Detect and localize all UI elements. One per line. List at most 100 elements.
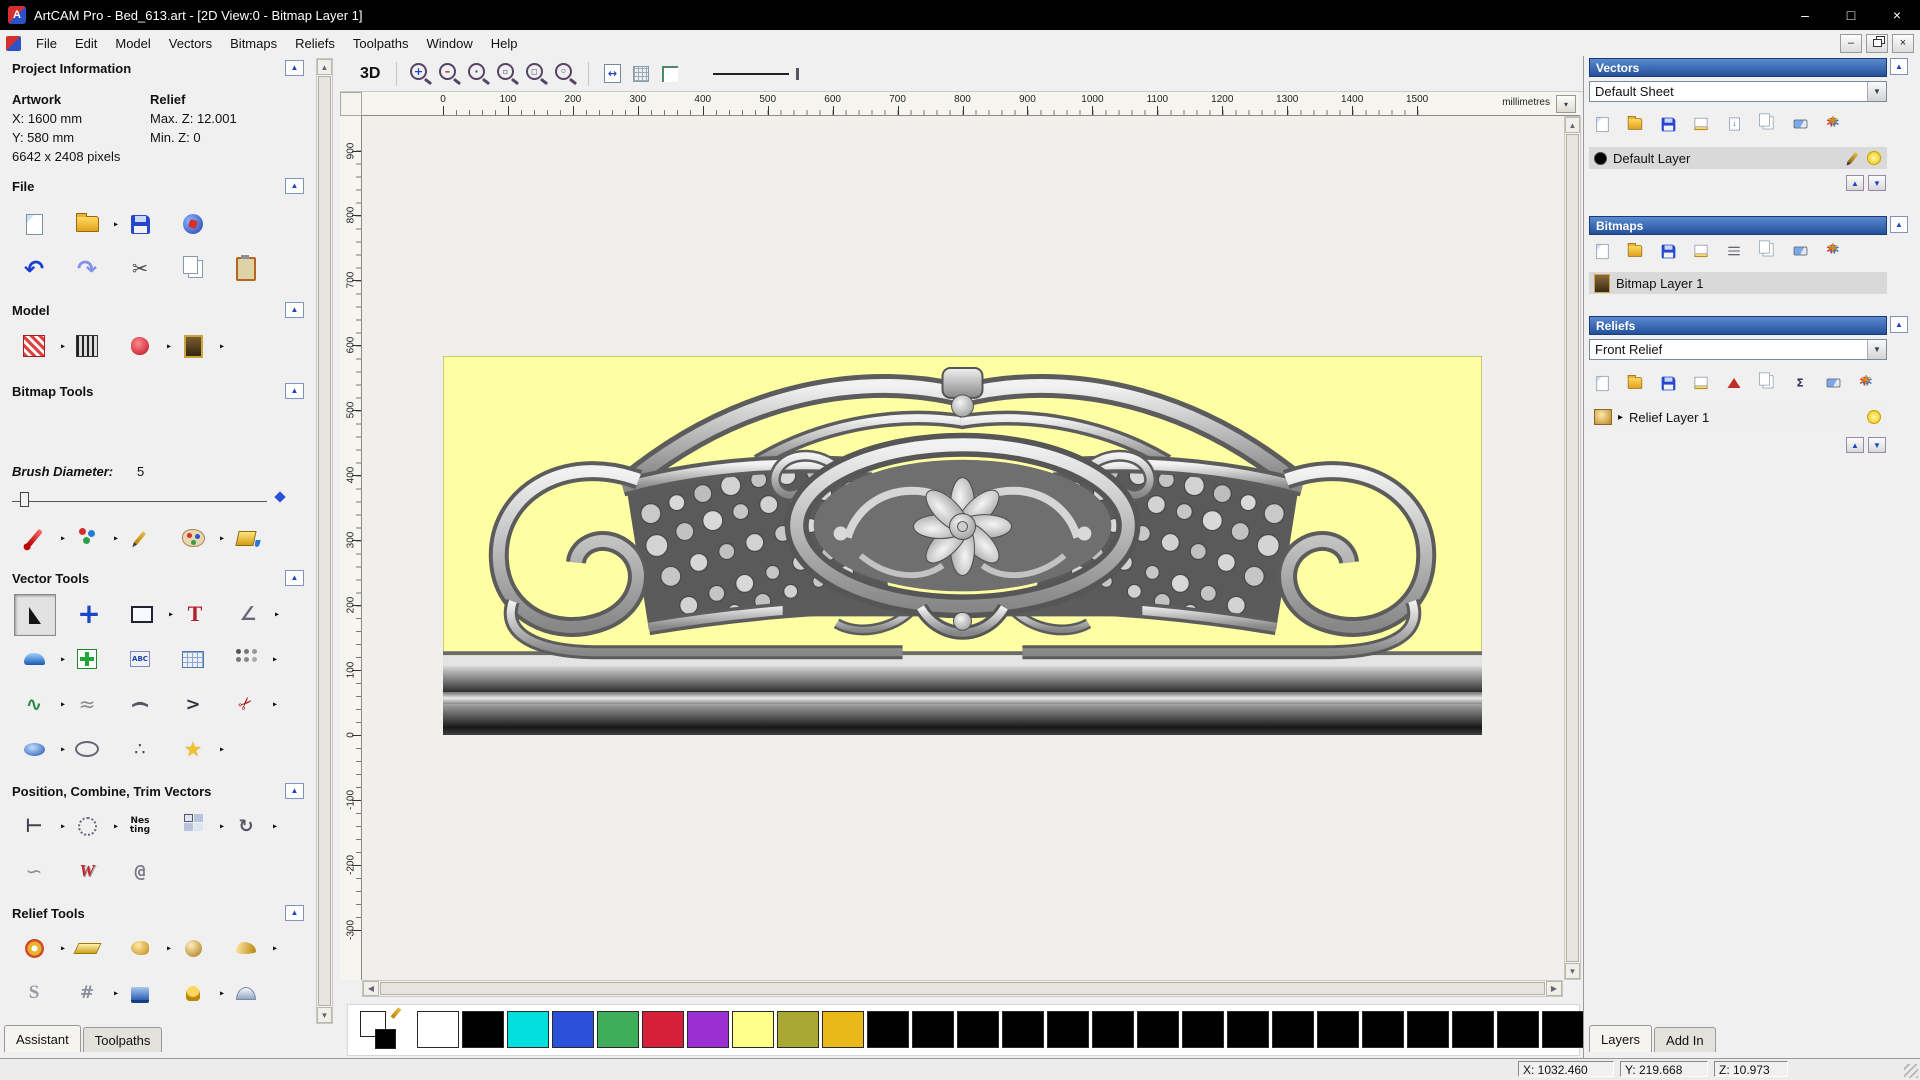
ruler-options-button[interactable]: ▾: [1556, 95, 1576, 113]
zoom-last-icon[interactable]: [465, 61, 491, 87]
palette-swatch-25[interactable]: [1542, 1011, 1584, 1048]
bitmap-layer-row[interactable]: Bitmap Layer 1: [1589, 272, 1887, 294]
move-layer-up-button[interactable]: ▲: [1846, 437, 1864, 453]
adjust-bitmap-icon[interactable]: [1724, 241, 1744, 261]
palette-swatch-17[interactable]: [1182, 1011, 1224, 1048]
palette-swatch-3[interactable]: [552, 1011, 594, 1048]
tab-toolpaths[interactable]: Toolpaths: [82, 1027, 163, 1052]
create-text-icon[interactable]: [175, 594, 215, 634]
save-relief-icon[interactable]: [1658, 373, 1678, 393]
draw-icon[interactable]: [120, 518, 160, 558]
block-copy-icon[interactable]: ▸: [173, 806, 224, 846]
scroll-up-button[interactable]: ▲: [317, 59, 332, 75]
palette-swatch-12[interactable]: [957, 1011, 999, 1048]
zoom-in-icon[interactable]: [407, 61, 433, 87]
palette-swatch-24[interactable]: [1497, 1011, 1539, 1048]
flyout-arrow-icon[interactable]: ▸: [61, 342, 65, 351]
collapse-reliefs-button[interactable]: ▲: [1890, 316, 1908, 333]
sheet-selector[interactable]: Default Sheet ▼: [1589, 81, 1887, 102]
offset-vectors-icon[interactable]: ▸: [14, 639, 65, 679]
flyout-arrow-icon[interactable]: ▸: [167, 944, 171, 953]
paint-selective-icon[interactable]: ▸: [67, 518, 118, 558]
new-model-icon[interactable]: [14, 204, 54, 244]
zoom-objects-icon[interactable]: [552, 61, 578, 87]
copy-vectors-icon[interactable]: [1757, 113, 1777, 134]
vector-doctor-icon[interactable]: [67, 639, 107, 679]
texture-sphere-icon[interactable]: [173, 1018, 213, 1026]
expand-relief-layer-icon[interactable]: ▸: [1618, 412, 1623, 423]
close-button[interactable]: ×: [1874, 0, 1920, 30]
save-vectors-icon[interactable]: [1658, 114, 1678, 134]
palette-swatch-1[interactable]: [462, 1011, 504, 1048]
menu-item-toolpaths[interactable]: Toolpaths: [344, 30, 418, 56]
two-rail-sweep-icon[interactable]: ▸: [226, 928, 277, 968]
text-in-a-box-icon[interactable]: [120, 639, 160, 679]
texture-relief-icon[interactable]: [173, 928, 213, 968]
copy-relief-icon[interactable]: [1757, 372, 1777, 393]
snap-grid-icon[interactable]: [628, 61, 654, 87]
canvas-horizontal-scrollbar[interactable]: ◀ ▶: [362, 980, 1563, 997]
shape-editor-icon[interactable]: ▸: [14, 928, 65, 968]
dropdown-arrow-icon[interactable]: ▼: [1867, 340, 1886, 359]
edit-layer-icon[interactable]: [1847, 152, 1859, 164]
delete-bitmap-layer-icon[interactable]: [1790, 241, 1810, 261]
circular-copy-icon[interactable]: ▸: [67, 806, 118, 846]
smooth-relief-icon[interactable]: [67, 928, 107, 968]
move-layer-down-button[interactable]: ▼: [1868, 175, 1886, 191]
maximize-button[interactable]: □: [1828, 0, 1874, 30]
node-editing-icon[interactable]: [120, 729, 160, 769]
palette-swatch-10[interactable]: [867, 1011, 909, 1048]
copy-icon[interactable]: [173, 249, 213, 289]
file-manager-icon[interactable]: [173, 204, 213, 244]
flyout-arrow-icon[interactable]: ▸: [61, 534, 65, 543]
flyout-arrow-icon[interactable]: ▸: [114, 989, 118, 998]
zoom-out-icon[interactable]: [436, 61, 462, 87]
fan-relief-icon[interactable]: [120, 1018, 160, 1026]
weld-vectors-icon[interactable]: [67, 851, 107, 891]
tab-layers[interactable]: Layers: [1589, 1025, 1653, 1052]
palette-swatch-23[interactable]: [1452, 1011, 1494, 1048]
import-vectors-icon[interactable]: [1691, 114, 1711, 134]
scrollbar-thumb[interactable]: [380, 982, 1545, 995]
calculate-relief-icon[interactable]: [1790, 373, 1810, 393]
mdi-restore-button[interactable]: [1866, 33, 1888, 53]
flyout-arrow-icon[interactable]: ▸: [61, 700, 65, 709]
slider-track[interactable]: [12, 501, 267, 502]
menu-item-edit[interactable]: Edit: [66, 30, 106, 56]
select-vectors-icon[interactable]: [14, 594, 56, 636]
flyout-arrow-icon[interactable]: ▸: [114, 220, 118, 229]
open-vectors-icon[interactable]: [1625, 114, 1645, 134]
merge-relief-layers-icon[interactable]: [1856, 373, 1876, 393]
scroll-down-button[interactable]: ▼: [1565, 963, 1580, 979]
collapse-section-button[interactable]: ▲: [285, 783, 304, 799]
palette-swatch-11[interactable]: [912, 1011, 954, 1048]
block-copy-rotate-icon[interactable]: ▸: [226, 639, 277, 679]
delete-vector-layer-icon[interactable]: [1790, 114, 1810, 134]
collapse-bitmaps-button[interactable]: ▲: [1890, 216, 1908, 233]
minimize-button[interactable]: –: [1782, 0, 1828, 30]
palette-swatch-7[interactable]: [732, 1011, 774, 1048]
flyout-arrow-icon[interactable]: ▸: [273, 822, 277, 831]
flyout-arrow-icon[interactable]: ▸: [275, 610, 279, 619]
flyout-arrow-icon[interactable]: ▸: [114, 822, 118, 831]
flyout-arrow-icon[interactable]: ▸: [220, 745, 224, 754]
menu-item-reliefs[interactable]: Reliefs: [286, 30, 344, 56]
collapse-section-button[interactable]: ▲: [285, 302, 304, 318]
relief-selector[interactable]: Front Relief ▼: [1589, 339, 1887, 360]
flyout-arrow-icon[interactable]: ▸: [220, 989, 224, 998]
undo-icon[interactable]: [14, 249, 54, 289]
vector-layer-row[interactable]: Default Layer: [1589, 147, 1887, 169]
menu-item-window[interactable]: Window: [418, 30, 482, 56]
dropdown-arrow-icon[interactable]: ▼: [1867, 82, 1886, 101]
copy-bitmap-icon[interactable]: [1757, 240, 1777, 261]
scroll-left-button[interactable]: ◀: [363, 981, 379, 996]
flyout-arrow-icon[interactable]: ▸: [167, 342, 171, 351]
move-layer-down-button[interactable]: ▼: [1868, 437, 1886, 453]
export-vectors-icon[interactable]: [1724, 114, 1744, 134]
palette-swatch-15[interactable]: [1092, 1011, 1134, 1048]
open-relief-icon[interactable]: [1625, 373, 1645, 393]
flyout-arrow-icon[interactable]: ▸: [273, 655, 277, 664]
pan-view-icon[interactable]: [599, 61, 625, 87]
tab-assistant[interactable]: Assistant: [4, 1025, 81, 1052]
create-rectangle-icon[interactable]: ▸: [122, 594, 173, 634]
